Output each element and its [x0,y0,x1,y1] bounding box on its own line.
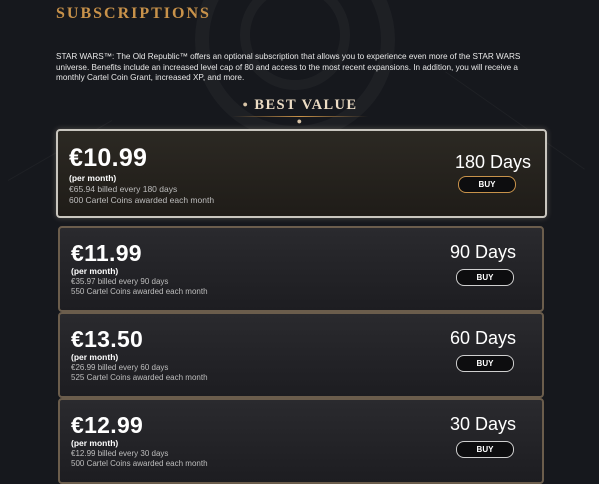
best-value-label: BEST VALUE [254,97,358,113]
plan-price: €11.99 [71,240,142,266]
plan-price: €10.99 [69,144,148,172]
bullet-icon: ● [242,99,250,109]
plan-duration: 90 Days [449,242,516,262]
plan-per-month: (per month) [71,266,119,276]
plan-billing: €26.99 billed every 60 days [71,363,169,372]
page-title: SUBSCRIPTIONS [56,5,211,22]
plan-coins: 525 Cartel Coins awarded each month [71,373,208,382]
best-value-underline [232,116,368,117]
plan-per-month: (per month) [71,352,119,362]
buy-button[interactable]: BUY [456,355,514,372]
plan-coins: 600 Cartel Coins awarded each month [69,195,215,205]
buy-button[interactable]: BUY [458,176,516,193]
buy-button[interactable]: BUY [456,269,514,286]
plan-duration: 60 Days [449,328,516,348]
plan-per-month: (per month) [69,173,117,183]
plan-card-180-days: €10.99 (per month) €65.94 billed every 1… [56,129,547,218]
intro-text: STAR WARS™: The Old Republic™ offers an … [56,52,521,82]
plan-duration: 180 Days [454,152,531,172]
plan-card-90-days: €11.99 (per month) €35.97 billed every 9… [58,226,544,312]
plan-duration: 30 Days [449,414,516,434]
buy-button[interactable]: BUY [456,441,514,458]
plan-card-60-days: €13.50 (per month) €26.99 billed every 6… [58,312,544,398]
plan-coins: 500 Cartel Coins awarded each month [71,459,208,468]
plan-card-30-days: €12.99 (per month) €12.99 billed every 3… [58,398,544,484]
bullet-icon: ● [296,116,304,126]
plan-billing: €65.94 billed every 180 days [69,184,178,194]
plan-billing: €35.97 billed every 90 days [71,277,169,286]
plan-billing: €12.99 billed every 30 days [71,449,169,458]
plan-coins: 550 Cartel Coins awarded each month [71,287,208,296]
plan-price: €12.99 [71,412,144,438]
plan-price: €13.50 [71,326,144,352]
best-value-heading: ● BEST VALUE ● [240,97,360,131]
plan-per-month: (per month) [71,438,119,448]
